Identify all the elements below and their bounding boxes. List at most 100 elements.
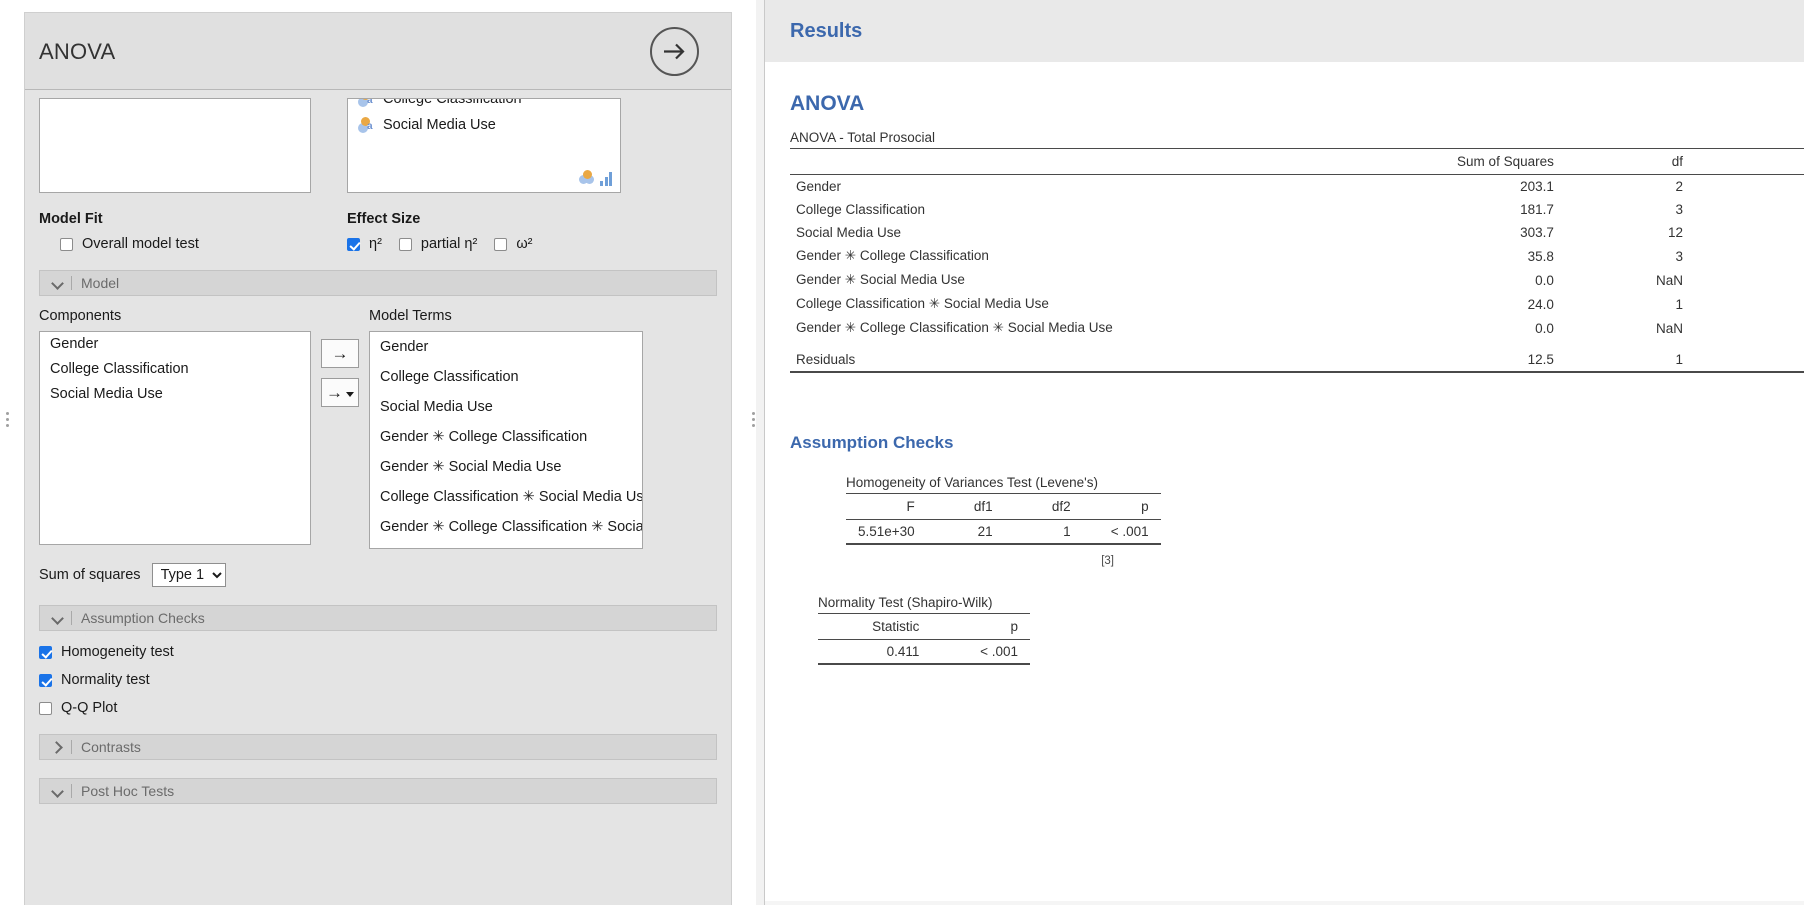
nominal-variable-hint-icon [579,170,612,186]
model-terms-column: Model Terms Gender College Classificatio… [369,308,643,549]
column-header: F [846,493,927,520]
model-terms-label: Model Terms [369,308,452,324]
list-item[interactable]: Gender ✳ Social Media Use [370,452,642,482]
table-row: Residuals 12.5 1 12.5 [790,348,1804,373]
eta-squared-checkbox[interactable] [347,237,360,251]
panel-resize-handle-left[interactable] [4,412,10,427]
section-title-assumption-checks: Assumption Checks [81,610,205,626]
overall-model-test-row[interactable]: Overall model test [39,236,347,252]
section-header-model[interactable]: Model [39,270,717,296]
divider [71,784,72,798]
row-label: Gender [796,179,842,194]
effect-size-group: Effect Size η² partial η² ω² [347,211,677,252]
components-list[interactable]: Gender College Classification Social Med… [39,331,311,545]
overall-model-test-checkbox[interactable] [60,237,73,251]
cell-df: NaN [1656,320,1684,336]
divider [71,611,72,625]
results-header: Results [765,0,1804,62]
eta-squared-row[interactable]: η² [347,236,382,252]
list-item[interactable]: Gender ✳ College Classification [370,422,642,452]
model-builder: Components Gender College Classification… [39,308,717,549]
row-label: College Classification [796,202,926,217]
cell-mean-square: 101.5 [1695,175,1804,199]
anova-results-table[interactable]: ANOVA - Total Prosocial Sum of Squares d… [790,130,1804,373]
cell-sum-of-squares: 0.0 [1535,272,1554,288]
partial-eta-squared-checkbox[interactable] [398,237,412,251]
list-item[interactable]: Gender ✳ College Classification ✳ Social… [370,512,642,542]
model-terms-list[interactable]: Gender College Classification Social Med… [369,331,643,549]
sum-of-squares-select[interactable]: Type 1 Type 2 Type 3 [151,563,226,587]
cell-p: < .001 [1082,519,1161,545]
section-header-post-hoc[interactable]: Post Hoc Tests [39,778,717,804]
list-item[interactable]: College Classification [40,357,310,382]
fixed-factors-box[interactable]: a College Classification a Social Media … [347,98,621,193]
table-header: F df1 df2 p [846,493,1161,520]
table-row: Gender ✳ College Classification 35.8 3 1… [790,244,1804,268]
omega-squared-checkbox[interactable] [494,237,508,251]
list-item[interactable]: Social Media Use [370,392,642,422]
anova-table-caption: ANOVA - Total Prosocial [790,130,936,145]
nominal-variable-icon: a [358,99,375,108]
table-row: Gender ✳ Social Media Use 0.0 NaN [790,268,1804,292]
table-row: College Classification ✳ Social Media Us… [790,292,1804,316]
homogeneity-test-checkbox[interactable] [39,645,52,659]
section-header-contrasts[interactable]: Contrasts [39,734,717,760]
variable-item[interactable]: a College Classification [348,98,620,112]
anova-table-footnote: [3] [790,386,1804,398]
hide-options-button[interactable] [650,27,699,76]
chevron-down-icon [50,611,64,625]
normality-test-checkbox[interactable] [39,673,52,687]
qq-plot-checkbox[interactable] [39,701,52,715]
levene-table-wrapper: Homogeneity of Variances Test (Levene's)… [818,475,1161,567]
panel-resize-handle-right[interactable] [750,412,756,427]
qq-plot-row[interactable]: Q-Q Plot [39,700,717,716]
shapiro-table-wrapper: Normality Test (Shapiro-Wilk) Statistic … [818,595,1030,665]
results-panel: Results ANOVA ANOVA - Total Prosocial Su… [764,0,1804,905]
modelfit-effectsize-row: Model Fit Overall model test Effect Size… [39,211,717,252]
spacer-cell [790,340,1804,348]
omega-squared-label: ω² [516,236,533,252]
variable-label: College Classification [383,98,522,107]
cell-df: NaN [1656,272,1684,288]
qq-plot-label: Q-Q Plot [61,700,118,716]
variable-item[interactable]: a Social Media Use [348,112,620,138]
sum-of-squares-row: Sum of squares Type 1 Type 2 Type 3 [39,563,717,587]
model-fit-label: Model Fit [39,211,103,227]
normality-test-table[interactable]: Normality Test (Shapiro-Wilk) Statistic … [818,595,1030,665]
column-header: Sum of Squares [1260,148,1566,175]
effect-size-label: Effect Size [347,211,421,227]
section-title-post-hoc: Post Hoc Tests [81,783,175,799]
table-row: Gender 203.1 2 101.5 8.123 0.241 0.267 [790,175,1804,199]
list-item[interactable]: College Classification ✳ Social Media Us… [370,482,642,512]
omega-squared-row[interactable]: ω² [494,236,532,252]
homogeneity-test-row[interactable]: Homogeneity test [39,644,717,660]
table-header-row: Statistic p [818,613,1030,640]
overall-model-test-label: Overall model test [82,236,199,252]
section-header-assumption-checks[interactable]: Assumption Checks [39,605,717,631]
results-scrollbar[interactable] [765,901,1804,905]
analysis-heading[interactable]: ANOVA [790,92,1779,116]
cell-sum-of-squares: 203.1 [1520,179,1554,194]
dependent-variable-box[interactable] [39,98,311,193]
list-item[interactable]: Gender [370,332,642,362]
add-term-menu-button[interactable]: → [321,378,359,407]
partial-eta-squared-row[interactable]: partial η² [398,236,477,252]
list-item[interactable]: Social Media Use [40,382,310,407]
cell-df: 3 [1675,248,1684,264]
list-item[interactable]: College Classification [370,362,642,392]
section-title-model: Model [81,275,120,291]
section-title-contrasts: Contrasts [81,739,141,755]
cell-mean-square: 60.6 [1695,198,1804,221]
components-column: Components Gender College Classification… [39,308,311,549]
add-term-button[interactable]: → [321,339,359,368]
list-item[interactable]: Gender [40,332,310,357]
cell-sum-of-squares: 35.8 [1527,248,1554,264]
cell-sum-of-squares: 303.7 [1520,225,1554,240]
assumption-checks-heading[interactable]: Assumption Checks [790,433,1779,453]
levene-test-table[interactable]: Homogeneity of Variances Test (Levene's)… [846,475,1161,545]
cell-df: 12 [1667,225,1684,240]
results-title: Results [790,19,863,42]
normality-test-row[interactable]: Normality test [39,672,717,688]
arrow-right-icon: → [326,382,343,402]
divider [71,740,72,754]
